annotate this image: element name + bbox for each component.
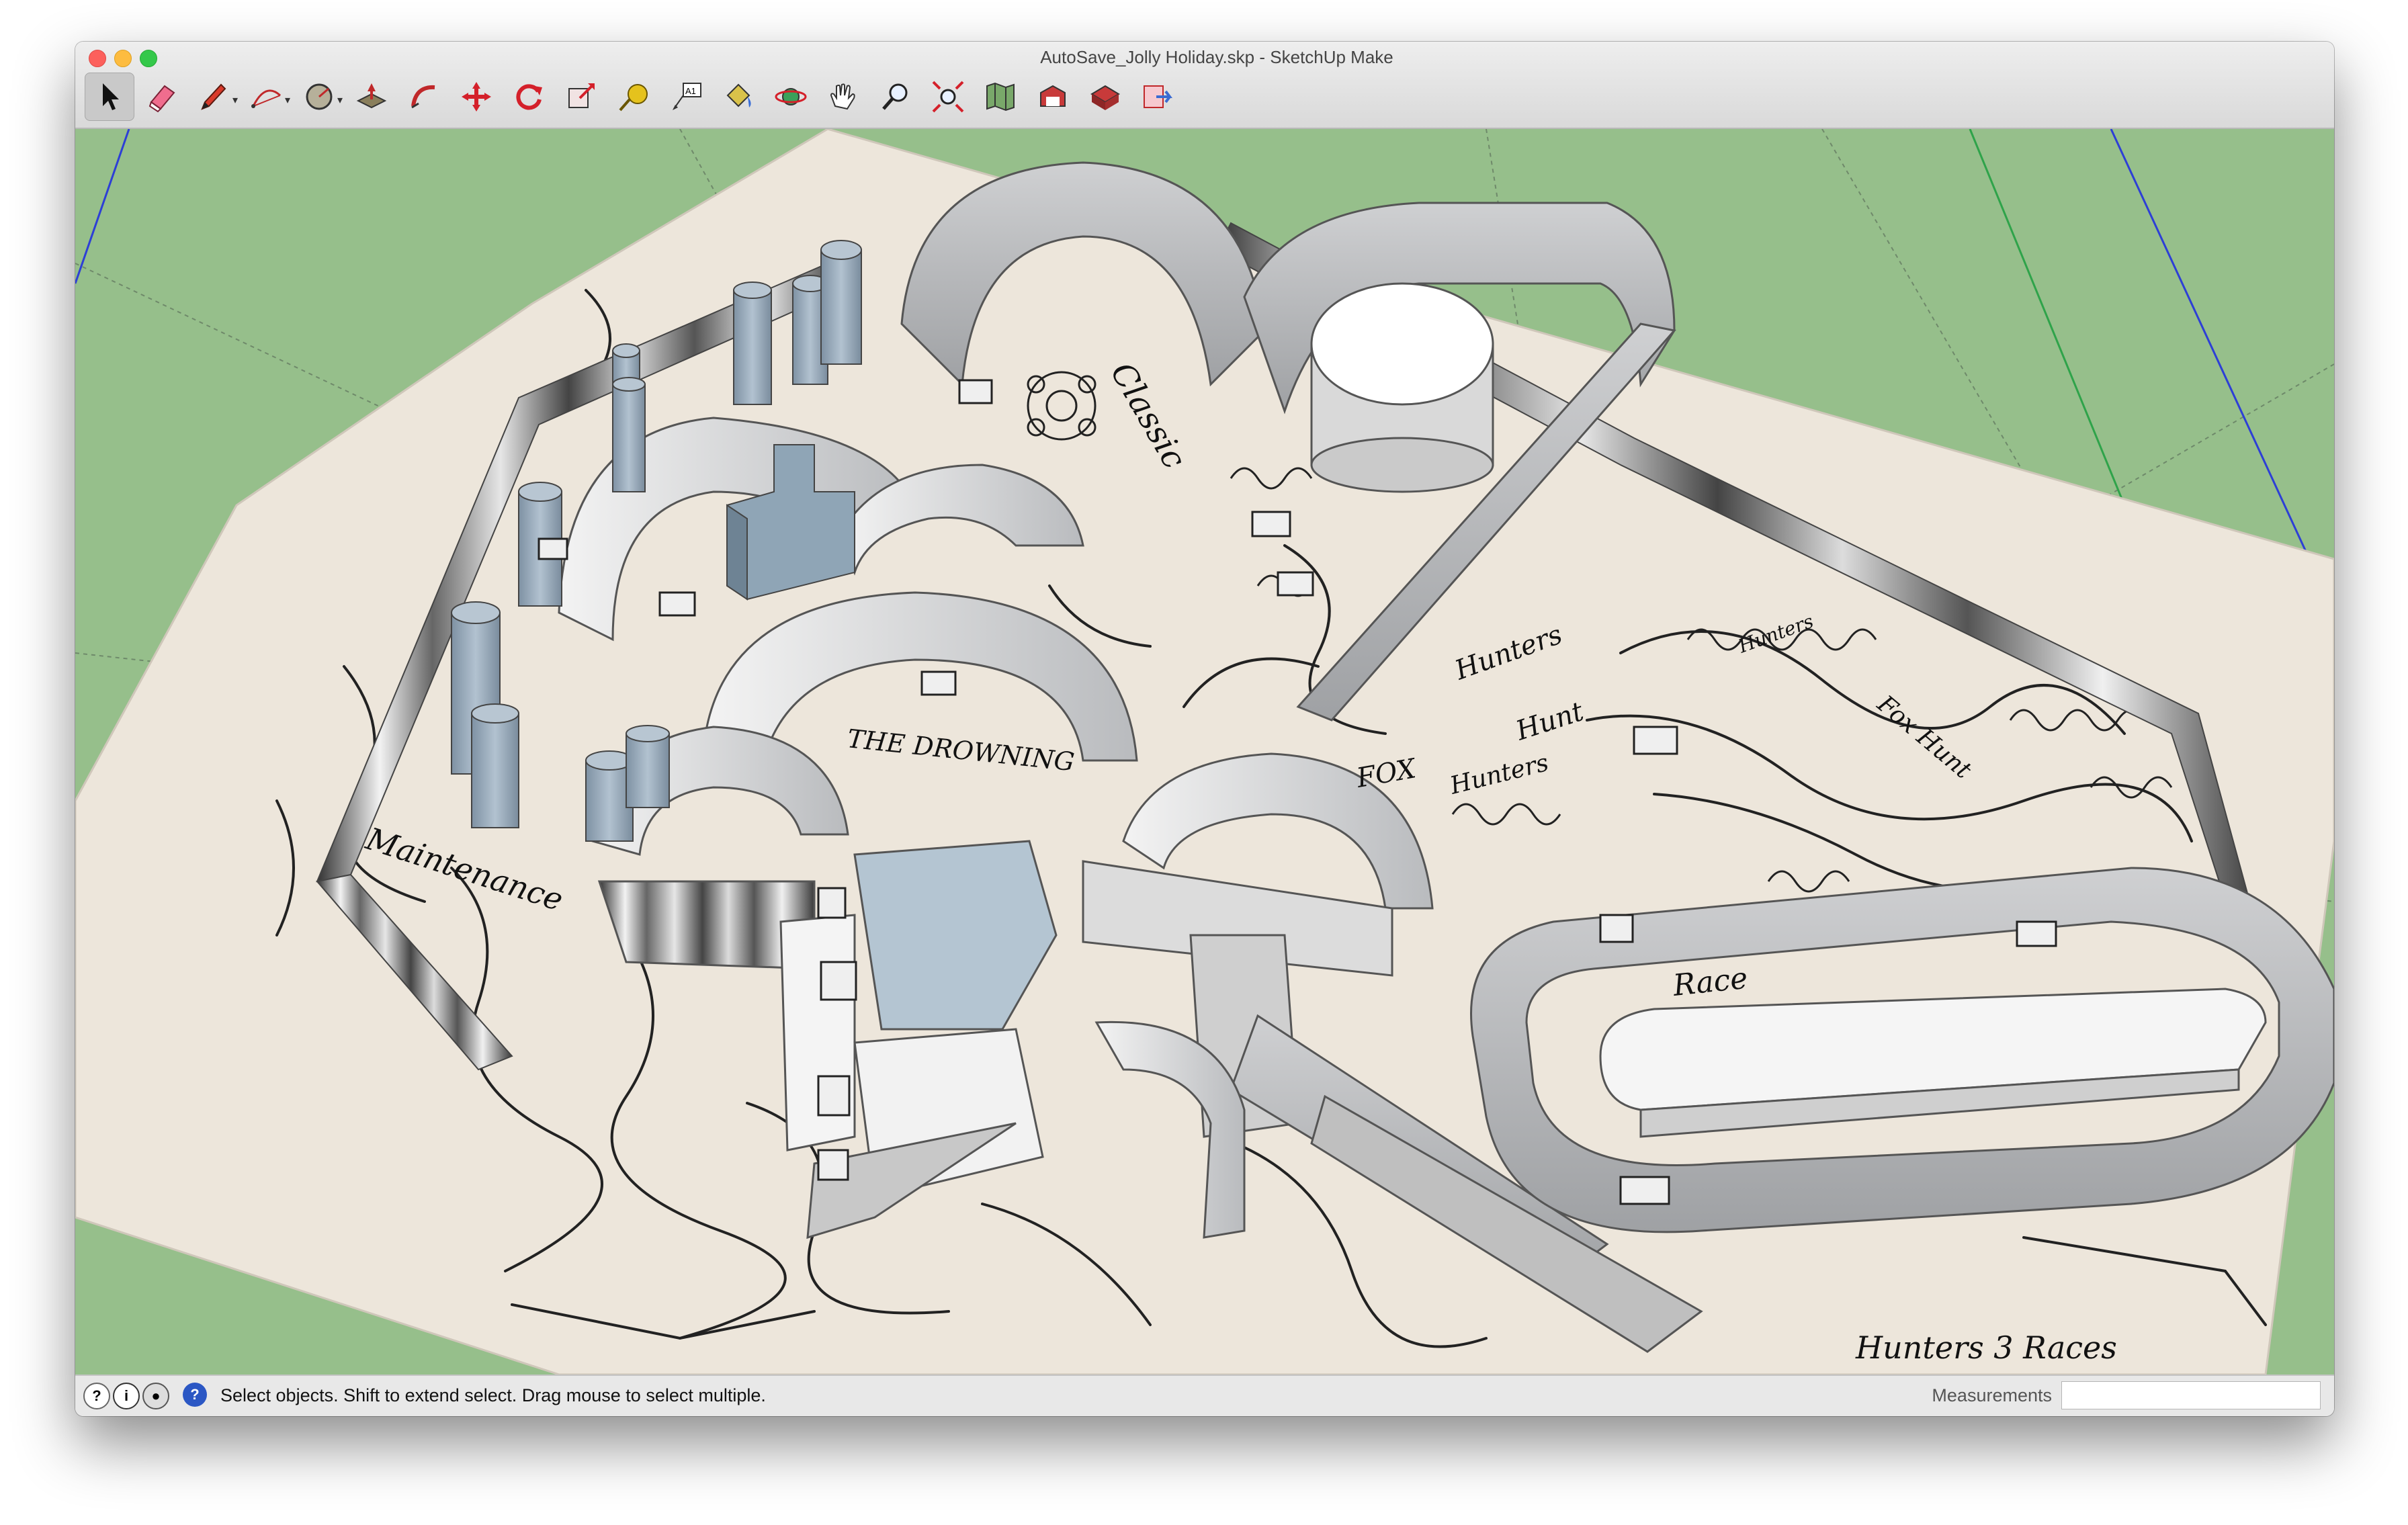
pencil-tool-button[interactable]: ▾	[189, 73, 239, 121]
send-to-layout-tool-button[interactable]	[1133, 73, 1182, 121]
text-tool-button[interactable]: A1	[661, 73, 711, 121]
map-icon	[986, 82, 1015, 112]
tape-measure-tool-button[interactable]	[609, 73, 658, 121]
pan-tool-button[interactable]	[818, 73, 868, 121]
eraser-icon	[148, 85, 175, 113]
circle-shape-icon	[306, 83, 333, 110]
arrow-cursor-icon	[103, 83, 119, 110]
follow-me-tool-button[interactable]	[399, 73, 449, 121]
arc-icon	[251, 89, 282, 108]
status-bar: ? i ● ? Select objects. Shift to extend …	[75, 1375, 2334, 1416]
sign-in-user-icon[interactable]: ●	[142, 1383, 169, 1409]
pencil-icon	[201, 83, 226, 110]
zoom-extents-tool-button[interactable]	[923, 73, 973, 121]
zoom-tool-button[interactable]	[871, 73, 920, 121]
measurements-input[interactable]	[2061, 1381, 2321, 1409]
sketchup-window: AutoSave_Jolly Holiday.skp - SketchUp Ma…	[75, 42, 2334, 1416]
rotate-tool-button[interactable]	[504, 73, 554, 121]
map-tool-button[interactable]	[976, 73, 1025, 121]
magnifier-icon	[882, 83, 908, 110]
label-hunters-races: Hunters 3 Races	[1855, 1330, 2117, 1366]
scale-icon	[568, 83, 595, 108]
push-pull-icon	[356, 83, 387, 109]
blue-axis-left	[75, 129, 130, 284]
zoom-extents-icon	[932, 81, 964, 113]
move-arrows-icon	[462, 82, 491, 112]
instructor-help-icon[interactable]: ?	[183, 1383, 207, 1407]
geo-location-icon[interactable]: ?	[83, 1383, 110, 1409]
tape-measure-icon	[619, 84, 648, 112]
title-bar: AutoSave_Jolly Holiday.skp - SketchUp Ma…	[75, 42, 2334, 129]
warehouse-tool-button[interactable]	[1028, 73, 1078, 121]
move-tool-button[interactable]	[452, 73, 501, 121]
extension-warehouse-icon	[1090, 85, 1120, 110]
eraser-tool-button[interactable]	[137, 73, 187, 121]
main-toolbar: ▾ ▾ ▾ A1	[85, 71, 1182, 122]
text-label-icon: A1	[673, 83, 701, 110]
pencil-dropdown-caret[interactable]: ▾	[232, 93, 238, 107]
layout-icon	[1144, 85, 1172, 108]
arc-tool-button[interactable]: ▾	[242, 73, 292, 121]
white-cylinder	[1310, 282, 1494, 493]
arc-dropdown-caret[interactable]: ▾	[285, 93, 290, 107]
model-viewport[interactable]: Classic THE DROWNING Hunters Hunt FOX Hu…	[75, 129, 2334, 1375]
extension-warehouse-tool-button[interactable]	[1080, 73, 1130, 121]
hand-icon	[830, 83, 855, 110]
paint-bucket-icon	[726, 83, 751, 107]
measurements-label: Measurements	[1932, 1385, 2052, 1405]
follow-me-icon	[411, 85, 435, 109]
scale-tool-button[interactable]	[556, 73, 606, 121]
orbit-tool-button[interactable]	[766, 73, 816, 121]
rotate-icon	[516, 84, 542, 110]
shape-tool-button[interactable]: ▾	[294, 73, 344, 121]
orbit-icon	[775, 88, 807, 105]
warehouse-icon	[1040, 85, 1066, 107]
model-scene[interactable]: Classic THE DROWNING Hunters Hunt FOX Hu…	[75, 129, 2334, 1375]
credits-info-icon[interactable]: i	[113, 1383, 140, 1409]
window-title: AutoSave_Jolly Holiday.skp - SketchUp Ma…	[1040, 47, 1393, 67]
paint-bucket-tool-button[interactable]	[714, 73, 763, 121]
svg-text:A1: A1	[685, 86, 696, 96]
status-message: Select objects. Shift to extend select. …	[220, 1385, 766, 1405]
shape-dropdown-caret[interactable]: ▾	[337, 93, 343, 107]
push-pull-tool-button[interactable]	[347, 73, 396, 121]
select-tool-button[interactable]	[85, 73, 134, 121]
